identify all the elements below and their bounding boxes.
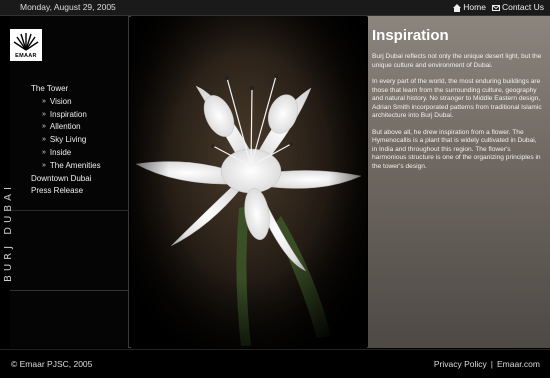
hymenocallis-flower-icon — [131, 16, 367, 348]
nav-subitem-inside[interactable]: » Inside — [31, 147, 101, 160]
chevron-right-icon: » — [42, 123, 46, 131]
privacy-policy-link[interactable]: Privacy Policy — [434, 359, 487, 369]
divider — [10, 210, 129, 211]
nav-subitem-vision[interactable]: » Vision — [31, 96, 101, 109]
footer: © Emaar PJSC, 2005 Privacy Policy | Emaa… — [0, 349, 550, 378]
nav-item-press-release[interactable]: Press Release — [31, 185, 101, 198]
content-panel: Inspiration Burj Dubai reflects not only… — [368, 16, 550, 348]
paragraph: Burj Dubai reflects not only the unique … — [372, 53, 542, 69]
home-icon — [453, 3, 462, 12]
date-label: Monday, August 29, 2005 — [20, 2, 116, 12]
nav-subitem-label: Sky Living — [49, 135, 87, 145]
footer-separator: | — [490, 359, 493, 369]
nav-subitem-sky-living[interactable]: » Sky Living — [31, 134, 101, 147]
nav-item-the-tower[interactable]: The Tower — [31, 83, 101, 96]
nav-subitem-label: The Amenities — [49, 160, 101, 170]
chevron-right-icon: » — [42, 161, 46, 169]
emaar-logo[interactable]: EMAAR — [10, 29, 42, 61]
footer-links: Privacy Policy | Emaar.com — [434, 359, 540, 369]
chevron-right-icon: » — [42, 136, 46, 144]
home-link-label: Home — [463, 2, 486, 12]
nav-subitem-inspiration[interactable]: » Inspiration — [31, 109, 101, 122]
sidebar-title: BURJ DUBAI — [3, 183, 14, 282]
paragraph: In every part of the world, the most end… — [372, 78, 542, 119]
nav-subitem-label: Inspiration — [49, 109, 87, 119]
sidebar-nav: The Tower » Vision » Inspiration » Allen… — [31, 83, 101, 198]
contact-link-label: Contact Us — [501, 2, 544, 12]
top-bar: Monday, August 29, 2005 Home Contact Us — [0, 0, 550, 16]
copyright-text: © Emaar PJSC, 2005 — [11, 359, 93, 369]
emaar-logo-mark-icon — [13, 33, 39, 51]
paragraph: But above all, he drew inspiration from … — [372, 128, 541, 170]
flower-photo — [131, 16, 367, 348]
divider — [10, 290, 129, 291]
nav-subitem-label: Inside — [49, 147, 72, 157]
contact-link[interactable]: Contact Us — [491, 0, 544, 15]
chevron-right-icon: » — [42, 97, 46, 105]
chevron-right-icon: » — [42, 148, 46, 156]
mail-icon — [491, 4, 500, 12]
nav-subitem-allention[interactable]: » Allention — [31, 121, 101, 134]
nav-item-downtown-dubai[interactable]: Downtown Dubai — [31, 173, 101, 186]
top-links: Home Contact Us — [453, 0, 544, 15]
logo-text: EMAAR — [15, 53, 37, 59]
chevron-right-icon: » — [42, 110, 46, 118]
page-title: Inspiration — [372, 27, 449, 44]
emaar-com-link[interactable]: Emaar.com — [497, 359, 540, 369]
nav-subitem-the-amenities[interactable]: » The Amenities — [31, 160, 101, 173]
home-link[interactable]: Home — [453, 0, 486, 15]
nav-subitem-label: Allention — [49, 122, 81, 132]
nav-subitem-label: Vision — [49, 96, 72, 106]
